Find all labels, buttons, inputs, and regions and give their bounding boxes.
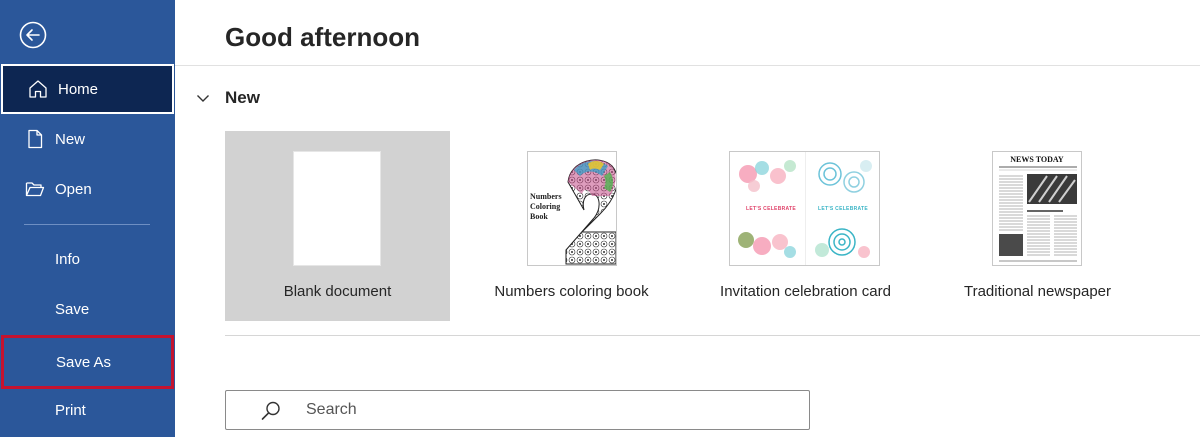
back-arrow-icon — [19, 21, 47, 49]
template-thumbnail: NEWS TODAY — [992, 151, 1082, 266]
new-document-icon — [24, 128, 46, 150]
sidebar-item-label: Info — [55, 250, 81, 268]
template-label: Invitation celebration card — [720, 283, 891, 300]
sidebar-item-home[interactable]: Home — [1, 64, 174, 114]
sidebar-item-label: Save As — [56, 353, 112, 371]
template-numbers-coloring-book[interactable]: Numbers Coloring Book Numbers coloring b… — [459, 131, 684, 321]
word-backstage: Home New Open Info Save Save As Print Go… — [0, 0, 1200, 437]
backstage-sidebar: Home New Open Info Save Save As Print — [0, 0, 175, 437]
sidebar-item-save-as[interactable]: Save As — [1, 335, 174, 389]
greeting-title: Good afternoon — [225, 22, 420, 52]
templates-divider — [225, 335, 1200, 336]
header-divider — [175, 65, 1200, 66]
backstage-main: Good afternoon New Blank document Number… — [175, 0, 1200, 437]
search-icon — [261, 401, 280, 420]
sidebar-item-new[interactable]: New — [0, 114, 175, 164]
sidebar-item-label: Home — [58, 80, 99, 98]
sidebar-item-save[interactable]: Save — [0, 284, 175, 334]
template-label: Traditional newspaper — [963, 283, 1112, 300]
new-section-title: New — [225, 88, 260, 107]
template-traditional-newspaper[interactable]: NEWS TODAY Traditional newspaper — [925, 131, 1150, 321]
new-section-toggle[interactable]: New — [195, 88, 260, 108]
sidebar-item-label: Print — [55, 401, 86, 419]
template-thumbnail: LET'S CELEBRATE LET'S CELEBRATE — [729, 151, 880, 266]
sidebar-item-print[interactable]: Print — [0, 385, 175, 435]
thumbnail-caption: Numbers Coloring Book — [530, 192, 562, 221]
template-label: Numbers coloring book — [494, 283, 649, 300]
sidebar-item-info[interactable]: Info — [0, 234, 175, 284]
template-invitation-celebration-card[interactable]: LET'S CELEBRATE LET'S CELEBRATE Invitati… — [693, 131, 918, 321]
home-icon — [27, 78, 49, 100]
newspaper-illustration — [999, 166, 1077, 262]
card-caption-left: LET'S CELEBRATE — [746, 206, 797, 212]
search-box[interactable] — [225, 390, 810, 430]
newspaper-masthead: NEWS TODAY — [1010, 155, 1064, 164]
chevron-down-icon — [197, 95, 209, 102]
sidebar-divider — [24, 224, 150, 225]
card-caption-right: LET'S CELEBRATE — [818, 206, 869, 212]
sidebar-item-label: Save — [55, 300, 90, 318]
back-button[interactable] — [18, 20, 48, 50]
sidebar-item-open[interactable]: Open — [0, 164, 175, 214]
template-thumbnail — [293, 151, 381, 266]
template-label: Blank document — [283, 283, 392, 300]
template-thumbnail: Numbers Coloring Book — [527, 151, 617, 266]
search-input[interactable] — [304, 397, 784, 423]
sidebar-item-label: New — [55, 130, 86, 148]
sidebar-item-label: Open — [55, 180, 92, 198]
template-blank-document[interactable]: Blank document — [225, 131, 450, 321]
folder-open-icon — [24, 178, 46, 200]
